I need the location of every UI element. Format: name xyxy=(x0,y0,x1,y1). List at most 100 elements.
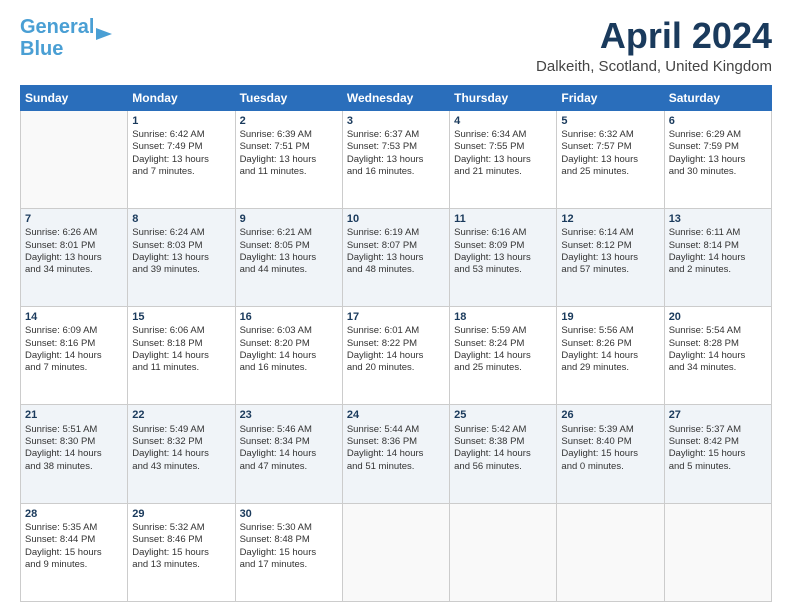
table-row: 24Sunrise: 5:44 AMSunset: 8:36 PMDayligh… xyxy=(342,405,449,503)
day-info-line: and 17 minutes. xyxy=(240,559,338,571)
day-info-line: Daylight: 15 hours xyxy=(240,547,338,559)
day-info-line: and 20 minutes. xyxy=(347,362,445,374)
day-info-line: Daylight: 15 hours xyxy=(669,448,767,460)
day-info-line: Sunrise: 5:30 AM xyxy=(240,522,338,534)
day-info-line: and 0 minutes. xyxy=(561,461,659,473)
calendar-header-row: Sunday Monday Tuesday Wednesday Thursday… xyxy=(21,85,772,110)
day-info-line: Sunrise: 6:29 AM xyxy=(669,129,767,141)
day-info-line: Sunset: 8:01 PM xyxy=(25,240,123,252)
day-info-line: Sunrise: 5:42 AM xyxy=(454,424,552,436)
day-info-line: Sunset: 8:30 PM xyxy=(25,436,123,448)
table-row: 29Sunrise: 5:32 AMSunset: 8:46 PMDayligh… xyxy=(128,503,235,601)
table-row: 18Sunrise: 5:59 AMSunset: 8:24 PMDayligh… xyxy=(450,307,557,405)
day-info-line: Daylight: 14 hours xyxy=(132,448,230,460)
day-info-line: and 16 minutes. xyxy=(240,362,338,374)
day-info-line: Sunset: 7:59 PM xyxy=(669,141,767,153)
day-info-line: Sunset: 8:05 PM xyxy=(240,240,338,252)
day-info-line: Daylight: 14 hours xyxy=(454,448,552,460)
day-info-line: Sunrise: 5:49 AM xyxy=(132,424,230,436)
logo: GeneralBlue xyxy=(20,16,116,60)
day-info-line: Daylight: 14 hours xyxy=(132,350,230,362)
day-info-line: Sunset: 8:40 PM xyxy=(561,436,659,448)
day-info-line: and 34 minutes. xyxy=(25,264,123,276)
day-info-line: Sunrise: 6:01 AM xyxy=(347,325,445,337)
day-info-line: and 53 minutes. xyxy=(454,264,552,276)
day-info-line: and 44 minutes. xyxy=(240,264,338,276)
day-info-line: Sunset: 8:14 PM xyxy=(669,240,767,252)
day-info-line: and 29 minutes. xyxy=(561,362,659,374)
day-number: 30 xyxy=(240,507,338,521)
table-row: 7Sunrise: 6:26 AMSunset: 8:01 PMDaylight… xyxy=(21,208,128,306)
day-info-line: and 21 minutes. xyxy=(454,166,552,178)
day-info-line: Daylight: 14 hours xyxy=(347,350,445,362)
day-info-line: and 48 minutes. xyxy=(347,264,445,276)
day-info-line: Sunrise: 5:46 AM xyxy=(240,424,338,436)
day-number: 22 xyxy=(132,408,230,422)
day-info-line: and 39 minutes. xyxy=(132,264,230,276)
day-number: 10 xyxy=(347,212,445,226)
day-number: 2 xyxy=(240,114,338,128)
day-info-line: Sunrise: 6:19 AM xyxy=(347,227,445,239)
day-info-line: Sunset: 8:36 PM xyxy=(347,436,445,448)
day-info-line: Daylight: 13 hours xyxy=(240,154,338,166)
day-info-line: Sunset: 8:38 PM xyxy=(454,436,552,448)
table-row: 6Sunrise: 6:29 AMSunset: 7:59 PMDaylight… xyxy=(664,110,771,208)
col-friday: Friday xyxy=(557,85,664,110)
day-info-line: and 9 minutes. xyxy=(25,559,123,571)
table-row: 3Sunrise: 6:37 AMSunset: 7:53 PMDaylight… xyxy=(342,110,449,208)
table-row: 2Sunrise: 6:39 AMSunset: 7:51 PMDaylight… xyxy=(235,110,342,208)
day-info-line: Daylight: 13 hours xyxy=(347,154,445,166)
table-row: 20Sunrise: 5:54 AMSunset: 8:28 PMDayligh… xyxy=(664,307,771,405)
day-info-line: Sunset: 8:09 PM xyxy=(454,240,552,252)
day-info-line: Sunset: 7:53 PM xyxy=(347,141,445,153)
day-info-line: Sunrise: 6:24 AM xyxy=(132,227,230,239)
day-info-line: Sunrise: 5:54 AM xyxy=(669,325,767,337)
day-info-line: Sunset: 8:12 PM xyxy=(561,240,659,252)
day-number: 21 xyxy=(25,408,123,422)
calendar-week-5: 28Sunrise: 5:35 AMSunset: 8:44 PMDayligh… xyxy=(21,503,772,601)
table-row: 5Sunrise: 6:32 AMSunset: 7:57 PMDaylight… xyxy=(557,110,664,208)
day-number: 12 xyxy=(561,212,659,226)
table-row xyxy=(21,110,128,208)
calendar-week-4: 21Sunrise: 5:51 AMSunset: 8:30 PMDayligh… xyxy=(21,405,772,503)
day-info-line: and 2 minutes. xyxy=(669,264,767,276)
table-row: 8Sunrise: 6:24 AMSunset: 8:03 PMDaylight… xyxy=(128,208,235,306)
day-info-line: Sunrise: 5:56 AM xyxy=(561,325,659,337)
day-info-line: Daylight: 14 hours xyxy=(240,350,338,362)
day-info-line: Sunrise: 6:39 AM xyxy=(240,129,338,141)
table-row xyxy=(342,503,449,601)
day-number: 9 xyxy=(240,212,338,226)
day-info-line: and 57 minutes. xyxy=(561,264,659,276)
day-info-line: Sunrise: 6:26 AM xyxy=(25,227,123,239)
day-info-line: and 7 minutes. xyxy=(25,362,123,374)
day-info-line: Sunrise: 6:42 AM xyxy=(132,129,230,141)
day-number: 19 xyxy=(561,310,659,324)
day-number: 16 xyxy=(240,310,338,324)
day-info-line: Daylight: 13 hours xyxy=(25,252,123,264)
day-info-line: Sunset: 8:44 PM xyxy=(25,534,123,546)
day-info-line: Daylight: 13 hours xyxy=(240,252,338,264)
day-info-line: and 11 minutes. xyxy=(240,166,338,178)
table-row: 9Sunrise: 6:21 AMSunset: 8:05 PMDaylight… xyxy=(235,208,342,306)
day-info-line: Daylight: 15 hours xyxy=(132,547,230,559)
day-number: 7 xyxy=(25,212,123,226)
day-info-line: Sunset: 8:20 PM xyxy=(240,338,338,350)
day-info-line: Daylight: 13 hours xyxy=(132,252,230,264)
day-number: 27 xyxy=(669,408,767,422)
day-info-line: and 47 minutes. xyxy=(240,461,338,473)
day-number: 14 xyxy=(25,310,123,324)
table-row xyxy=(557,503,664,601)
calendar-week-2: 7Sunrise: 6:26 AMSunset: 8:01 PMDaylight… xyxy=(21,208,772,306)
day-info-line: Sunrise: 5:59 AM xyxy=(454,325,552,337)
day-info-line: Sunrise: 6:37 AM xyxy=(347,129,445,141)
day-info-line: Daylight: 13 hours xyxy=(561,252,659,264)
day-info-line: Daylight: 14 hours xyxy=(347,448,445,460)
table-row: 22Sunrise: 5:49 AMSunset: 8:32 PMDayligh… xyxy=(128,405,235,503)
day-info-line: Sunrise: 6:14 AM xyxy=(561,227,659,239)
day-info-line: Daylight: 15 hours xyxy=(561,448,659,460)
day-info-line: Daylight: 14 hours xyxy=(25,448,123,460)
table-row xyxy=(450,503,557,601)
calendar-week-1: 1Sunrise: 6:42 AMSunset: 7:49 PMDaylight… xyxy=(21,110,772,208)
calendar-week-3: 14Sunrise: 6:09 AMSunset: 8:16 PMDayligh… xyxy=(21,307,772,405)
day-info-line: Sunset: 8:46 PM xyxy=(132,534,230,546)
